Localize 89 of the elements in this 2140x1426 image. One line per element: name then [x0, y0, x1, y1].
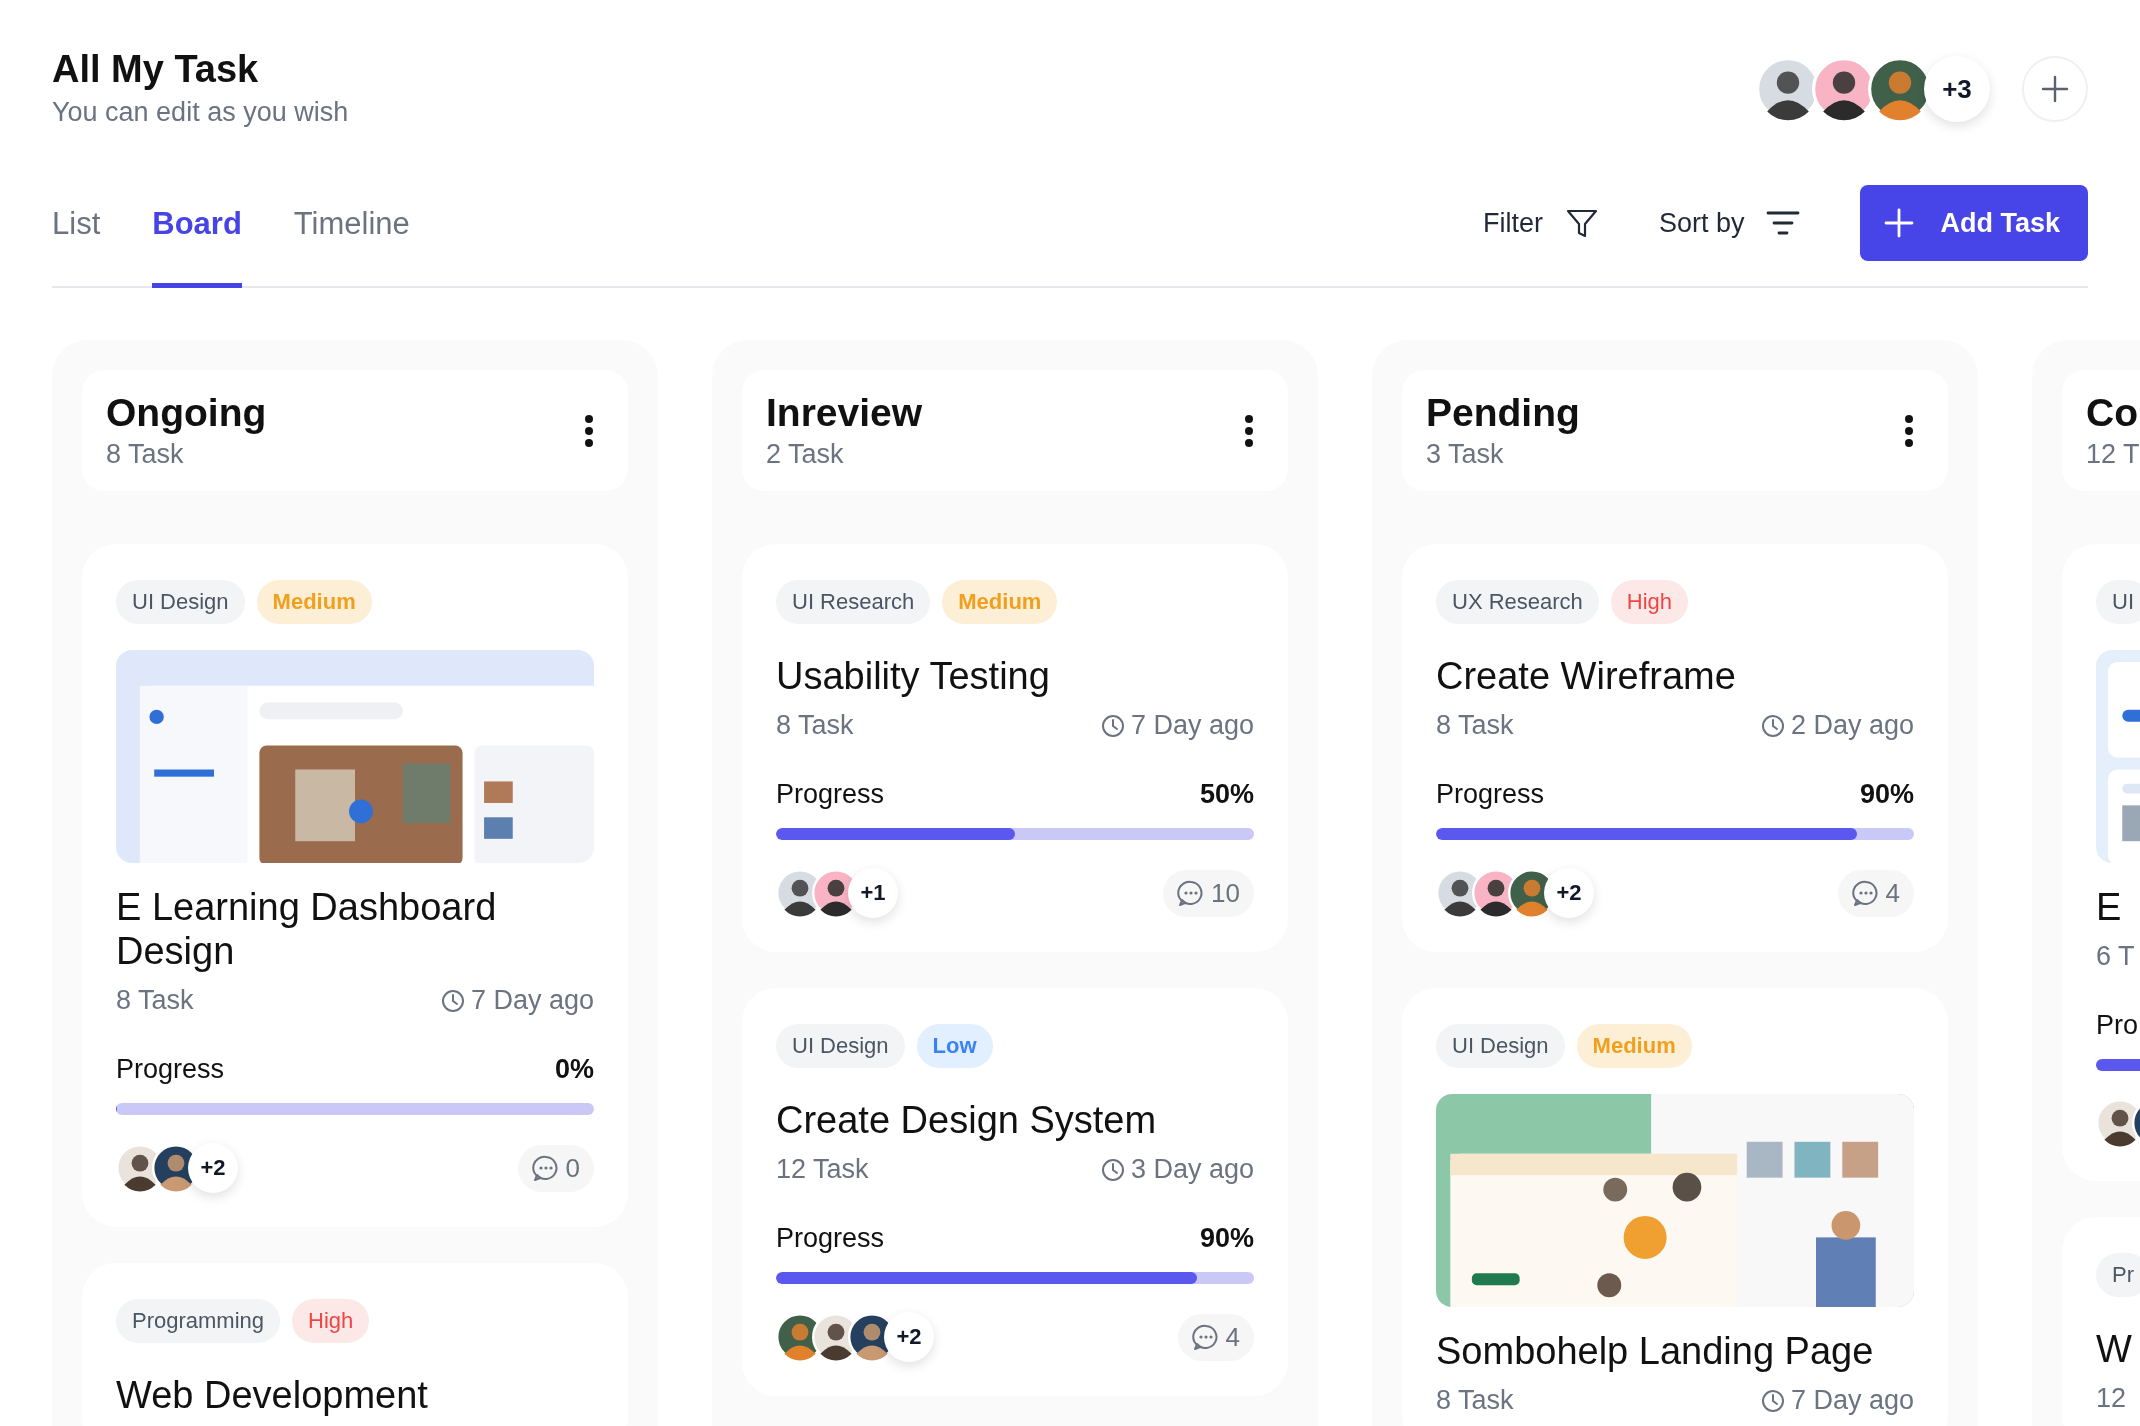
- task-title: Sombohelp Landing Page: [1436, 1329, 1875, 1374]
- view-tab[interactable]: Board: [152, 184, 242, 288]
- progress-percent: 90%: [1859, 779, 1914, 811]
- member-count[interactable]: +2: [1544, 868, 1594, 919]
- task-card[interactable]: Programming High Web Development: [82, 1263, 628, 1426]
- time-ago: 3 Day ago: [1130, 1154, 1254, 1186]
- time-ago: 2 Day ago: [1790, 710, 1914, 742]
- category-tag: UI: [2096, 580, 2140, 624]
- category-tag: UX Research: [1436, 580, 1599, 624]
- time-ago: 7 Day ago: [1130, 710, 1254, 742]
- progress-percent: 50%: [1199, 779, 1254, 811]
- clock-icon: [1100, 1157, 1125, 1182]
- more-icon: [1904, 413, 1914, 448]
- task-count: 3 Task: [1426, 439, 1505, 470]
- sort-button[interactable]: Sort by: [1658, 207, 1801, 239]
- column-title: Ongoing: [106, 391, 267, 435]
- task-title: E Learning Dashboard Design: [116, 885, 498, 974]
- priority-tag: High: [1610, 580, 1689, 624]
- member-count[interactable]: +3: [1924, 56, 1990, 122]
- clock-icon: [440, 988, 465, 1013]
- task-count: 8 Task: [776, 710, 854, 742]
- category-tag: UI Design: [116, 580, 245, 624]
- comment-count[interactable]: 0: [517, 1144, 594, 1192]
- task-count: 12 Task: [776, 1154, 869, 1186]
- page-title: All My Task: [52, 48, 260, 91]
- progress-label: Progress: [116, 1054, 225, 1086]
- comment-count[interactable]: 10: [1163, 869, 1254, 917]
- priority-tag: High: [292, 1299, 370, 1344]
- priority-tag: Medium: [1576, 1024, 1692, 1069]
- priority-tag: Low: [916, 1024, 993, 1069]
- progress-percent: 90%: [1199, 1223, 1254, 1255]
- member-count[interactable]: +2: [884, 1312, 934, 1363]
- column-title: Co: [2086, 391, 2139, 435]
- clock-icon: [1760, 713, 1785, 738]
- progress-label: Pro: [2096, 1010, 2139, 1042]
- task-card[interactable]: UI Research Medium Usability Testing 8 Task 7 Day ago Progress 50% +1 10: [742, 544, 1288, 953]
- task-title: Web Development: [116, 1373, 429, 1418]
- plus-icon: [1884, 208, 1915, 238]
- member-count[interactable]: +2: [188, 1143, 238, 1194]
- comment-count[interactable]: 4: [1837, 869, 1914, 917]
- task-card[interactable]: UX Research High Create Wireframe 8 Task 2 Day ago Progress 90% +2 4: [1402, 544, 1948, 953]
- task-card[interactable]: UI Design Medium E Learning Dashboard Design 8 Task 7 Day ago Progress 0% +2 0: [82, 544, 628, 1228]
- task-count: 8 Task: [116, 985, 194, 1017]
- view-tab[interactable]: List: [52, 184, 101, 288]
- task-count: 12 T: [2086, 439, 2140, 470]
- column-title: Pending: [1426, 391, 1580, 435]
- add-task-button[interactable]: Add Task: [1860, 185, 2088, 261]
- comment-icon: [1191, 1323, 1220, 1352]
- category-tag: UI Design: [1436, 1024, 1565, 1069]
- task-card[interactable]: Pr W 12: [2062, 1217, 2140, 1426]
- plus-icon: [2040, 74, 2070, 104]
- time-ago: 7 Day ago: [470, 985, 594, 1017]
- task-count: 8 Task: [1436, 1385, 1514, 1417]
- task-count: 12: [2096, 1383, 2127, 1415]
- progress-label: Progress: [776, 779, 885, 811]
- category-tag: Programming: [116, 1299, 281, 1344]
- filter-button[interactable]: Filter: [1482, 206, 1599, 240]
- task-title: W: [2096, 1327, 2133, 1372]
- comment-icon: [1851, 879, 1880, 908]
- task-count: 6 T: [2096, 941, 2135, 973]
- member-count[interactable]: +1: [848, 868, 898, 919]
- priority-tag: Medium: [256, 580, 372, 624]
- sort-icon: [1766, 210, 1801, 236]
- progress-label: Progress: [1436, 779, 1545, 811]
- priority-tag: Medium: [942, 580, 1058, 624]
- time-ago: 7 Day ago: [1790, 1385, 1914, 1417]
- comment-icon: [531, 1154, 560, 1183]
- page-subtitle: You can edit as you wish: [52, 97, 349, 128]
- task-count: 8 Task: [106, 439, 185, 470]
- progress-label: Progress: [776, 1223, 885, 1255]
- category-tag: Pr: [2096, 1253, 2140, 1298]
- task-title: E: [2096, 885, 2123, 930]
- task-title: Create Wireframe: [1436, 654, 1737, 699]
- task-title: Create Design System: [776, 1098, 1158, 1143]
- task-count: 8 Task: [1436, 710, 1514, 742]
- progress-percent: 0%: [554, 1054, 594, 1086]
- more-icon: [584, 413, 594, 448]
- task-count: 2 Task: [766, 439, 845, 470]
- more-icon: [1244, 413, 1254, 448]
- column-title: Inreview: [766, 391, 923, 435]
- task-card[interactable]: UI Design Low Create Design System 12 Task 3 Day ago Progress 90% +2 4: [742, 988, 1288, 1397]
- view-tab[interactable]: Timeline: [293, 184, 410, 288]
- clock-icon: [1100, 713, 1125, 738]
- task-title: Usability Testing: [776, 654, 1051, 699]
- category-tag: UI Design: [776, 1024, 905, 1069]
- category-tag: UI Research: [776, 580, 931, 624]
- comment-count[interactable]: 4: [1177, 1313, 1254, 1361]
- task-card[interactable]: UI Design Medium Sombohelp Landing Page 8 Task 7 Day ago: [1402, 988, 1948, 1426]
- clock-icon: [1760, 1388, 1785, 1413]
